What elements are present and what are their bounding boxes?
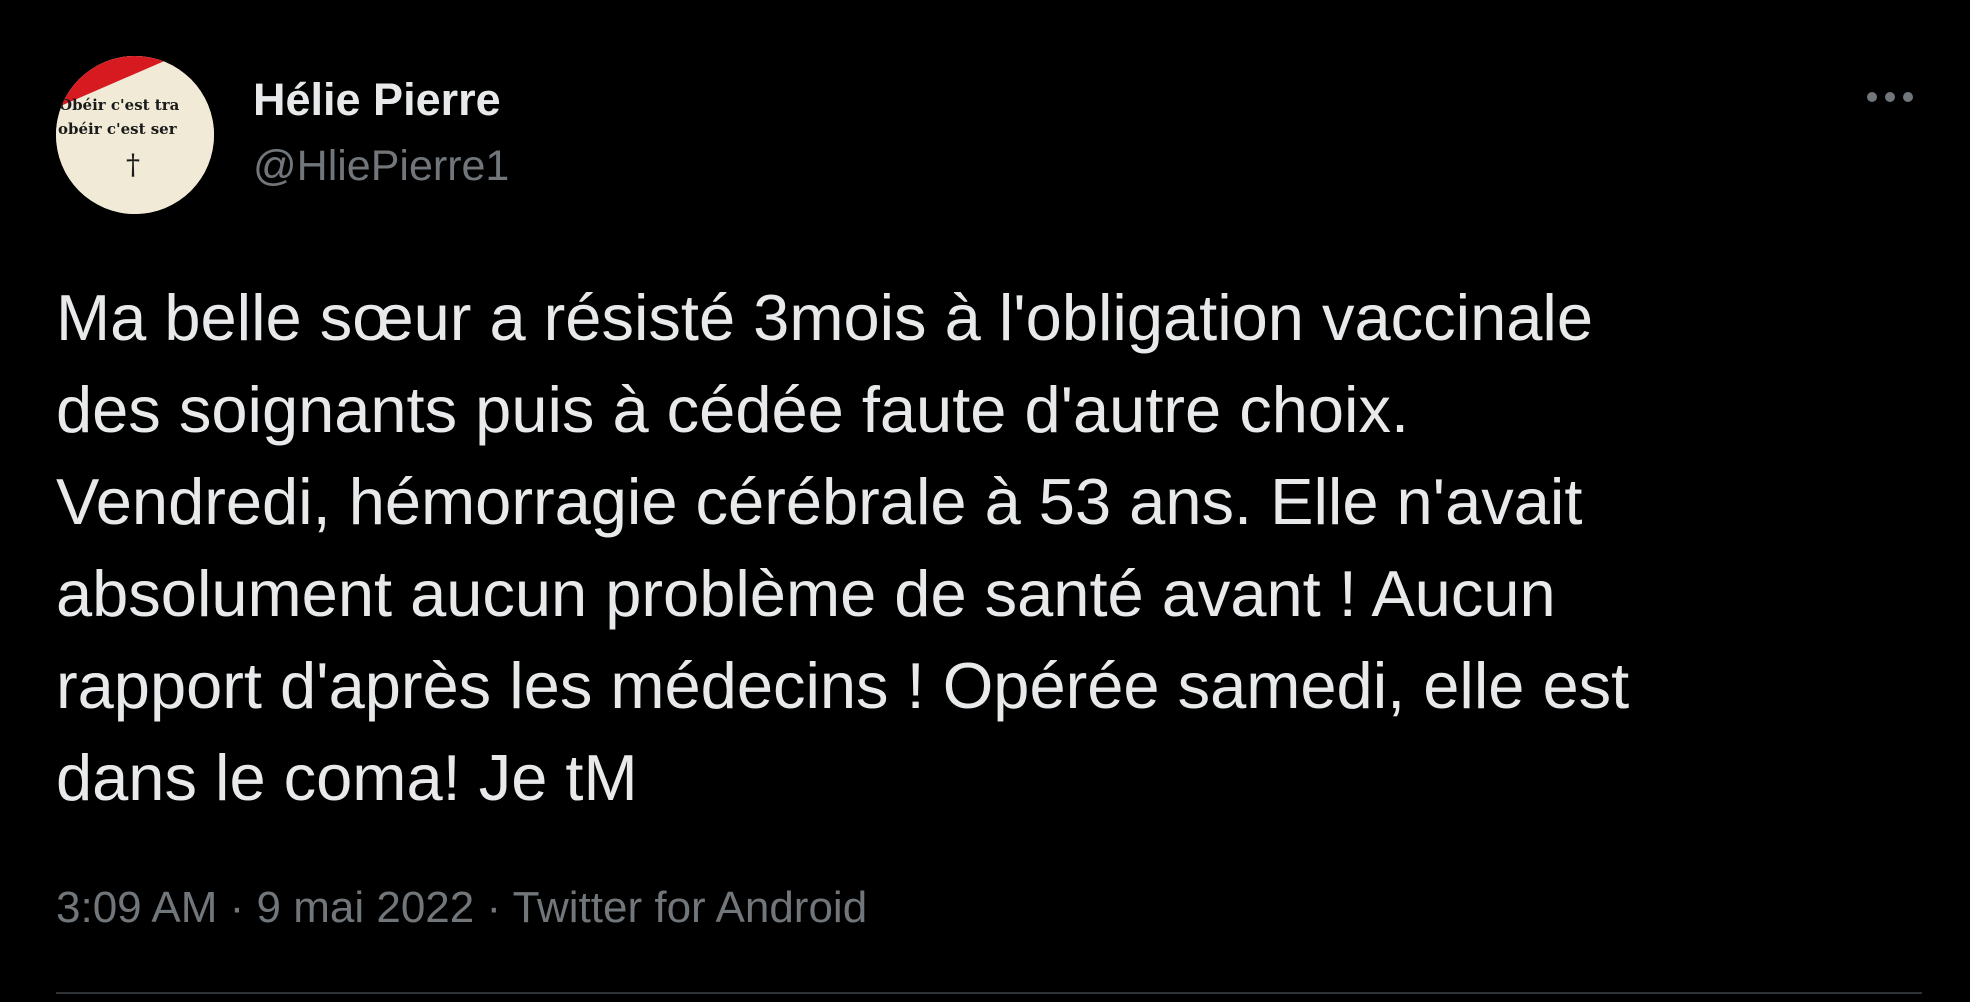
avatar-text-line-1: Obéir c'est tra [59, 96, 180, 114]
more-horizontal-icon [1867, 92, 1913, 102]
author-handle[interactable]: @HliePierre1 [253, 140, 509, 192]
tweet-card: Obéir c'est tra obéir c'est ser † Hélie … [0, 0, 1970, 1002]
tweet-metadata: 3:09 AM · 9 mai 2022 · Twitter for Andro… [56, 880, 867, 936]
avatar[interactable]: Obéir c'est tra obéir c'est ser † [56, 56, 214, 214]
more-options-button[interactable] [1862, 82, 1918, 112]
author-display-name[interactable]: Hélie Pierre [253, 74, 501, 126]
cross-icon: † [126, 148, 140, 181]
avatar-image: Obéir c'est tra obéir c'est ser † [56, 56, 214, 214]
tweet-text: Ma belle sœur a résisté 3mois à l'obliga… [56, 281, 1630, 814]
meta-separator: · [217, 883, 257, 932]
meta-separator: · [474, 883, 513, 932]
avatar-text-line-2: obéir c'est ser [58, 120, 178, 138]
divider [56, 992, 1922, 994]
tweet-date[interactable]: 9 mai 2022 [257, 883, 475, 932]
tweet-time[interactable]: 3:09 AM [56, 883, 217, 932]
tweet-source[interactable]: Twitter for Android [513, 883, 868, 932]
